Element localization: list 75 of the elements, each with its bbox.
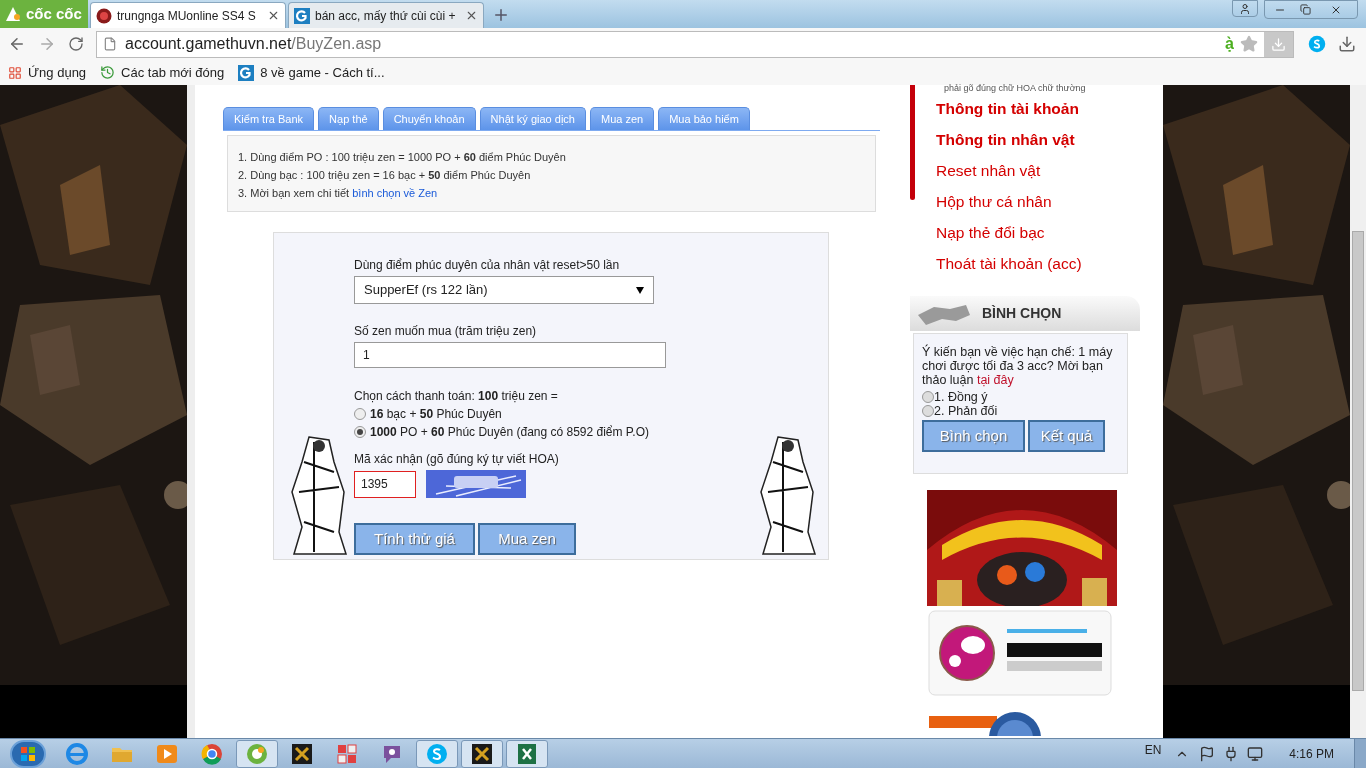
grid-icon [335, 741, 359, 766]
bookmark-link[interactable]: 8 về game - Cách tí... [238, 62, 385, 83]
forward-icon[interactable] [38, 35, 56, 53]
radio-button[interactable] [354, 408, 366, 420]
info-line: 3. Mời bạn xem chi tiết bình chọn về Zen [238, 186, 439, 201]
network-icon[interactable] [1247, 745, 1264, 762]
info-line: 2. Dùng bạc : 100 triệu zen = 16 bạc + 50 điểm Phúc Duyên [238, 168, 532, 183]
radio-label: 16 bạc + 50 Phúc Duyên [370, 406, 502, 423]
info-line: 1. Dùng điểm PO : 100 triệu zen = 1000 PO + 60 điểm Phúc Duyên [238, 150, 567, 165]
radio-button[interactable] [922, 405, 934, 417]
account-menu-link[interactable]: Nạp thẻ đổi bạc [936, 217, 1140, 248]
g-logo-icon [294, 7, 310, 24]
reload-icon[interactable] [68, 36, 84, 52]
radio-label: 1000 PO + 60 Phúc Duyên (đang có 8592 điểm P.O) [370, 424, 649, 441]
clock[interactable]: 4:16 PM [1289, 744, 1334, 763]
taskbar-app[interactable] [506, 739, 548, 768]
close-icon[interactable] [267, 9, 280, 22]
flag-icon[interactable] [1199, 745, 1216, 762]
new-tab-icon[interactable] [492, 6, 510, 24]
spreadsheet-icon [515, 741, 539, 766]
account-menu-link[interactable]: Reset nhân vật [936, 155, 1140, 186]
globe-icon [65, 741, 89, 766]
poll-question: Ý kiến bạn về việc hạn chế: 1 máy chơi được tối đa 3 acc? Mời bạn thảo luận tại đây [922, 345, 1114, 387]
captcha-field[interactable]: 1395 [354, 470, 416, 498]
history-icon [100, 65, 116, 80]
g-logo-icon [238, 64, 255, 81]
field-label: Số zen muốn mua (trăm triệu zen) [354, 323, 538, 340]
browser-tab[interactable]: bán acc, mấy thứ cùi cùi + [288, 2, 484, 28]
bookmark-star-icon[interactable] [1240, 35, 1258, 53]
download-arrow-icon [1271, 36, 1286, 52]
bookmark-link[interactable]: Các tab mới đóng [100, 62, 225, 83]
game-emblem-icon [96, 7, 112, 24]
scrollbar[interactable] [1350, 85, 1366, 738]
scrollbar-thumb[interactable] [1352, 231, 1364, 691]
game-icon [290, 741, 314, 766]
restore-icon [1299, 4, 1311, 15]
apps-grid-icon [8, 65, 22, 80]
radio-button[interactable] [354, 426, 366, 438]
windows-logo-icon [21, 746, 35, 761]
account-menu-link[interactable]: Thông tin nhân vật [936, 124, 1140, 155]
account-menu-link[interactable]: Thoát tài khoản (acc) [936, 248, 1140, 279]
bookmark-link[interactable]: Ứng dụng [8, 62, 87, 83]
radio-label: 1. Đồng ý [934, 388, 988, 405]
radio-button[interactable] [922, 391, 934, 403]
field-label: Dùng điểm phúc duyên của nhân vật reset>50 lần [354, 257, 621, 274]
back-icon[interactable] [8, 35, 26, 53]
logo-icon [4, 5, 22, 23]
game-icon [470, 741, 494, 766]
user-icon [1239, 2, 1251, 15]
profile-button[interactable] [1232, 0, 1258, 17]
taskbar-app[interactable] [461, 739, 503, 768]
field-label: Mã xác nhận (gõ đúng ký tự viết HOA) [354, 451, 560, 468]
zen-poll-link[interactable]: bình chọn về Zen [352, 187, 438, 199]
downloads-icon[interactable] [1338, 35, 1356, 53]
radio-label: 2. Phản đối [934, 403, 998, 420]
close-icon[interactable] [465, 9, 478, 22]
hint-text: phải gõ đúng chữ HOA chữ thường [943, 83, 1087, 93]
skype-icon[interactable] [1308, 35, 1326, 53]
chrome-icon [200, 741, 224, 766]
account-menu-link[interactable]: Hộp thư cá nhân [936, 186, 1140, 217]
start-button[interactable] [10, 739, 46, 768]
skype-icon [425, 741, 449, 766]
poll-header: BÌNH CHỌN [910, 296, 1140, 331]
typing-tool-indicator[interactable]: ạ̀ [1225, 32, 1234, 56]
character-select[interactable]: SupperEf (rs 122 lần) [354, 276, 654, 304]
account-menu-link[interactable]: Thông tin tài khoản [936, 93, 1140, 124]
discussion-link[interactable]: tại đây [976, 373, 1014, 387]
browser-tab[interactable]: trungnga MUonline SS4 S [90, 2, 286, 28]
language-indicator[interactable]: EN [1144, 740, 1162, 759]
field-label: Chọn cách thanh toán: 100 triệu zen = [354, 388, 559, 405]
tab-title: bán acc, mấy thứ cùi cùi + [315, 7, 457, 25]
page-icon [103, 37, 117, 51]
amount-field[interactable]: 1 [354, 342, 666, 368]
tab-title: trungnga MUonline SS4 S [117, 7, 257, 25]
address-bar[interactable]: account.gamethuvn.net/BuyZen.asp ạ̀ [96, 30, 1294, 58]
